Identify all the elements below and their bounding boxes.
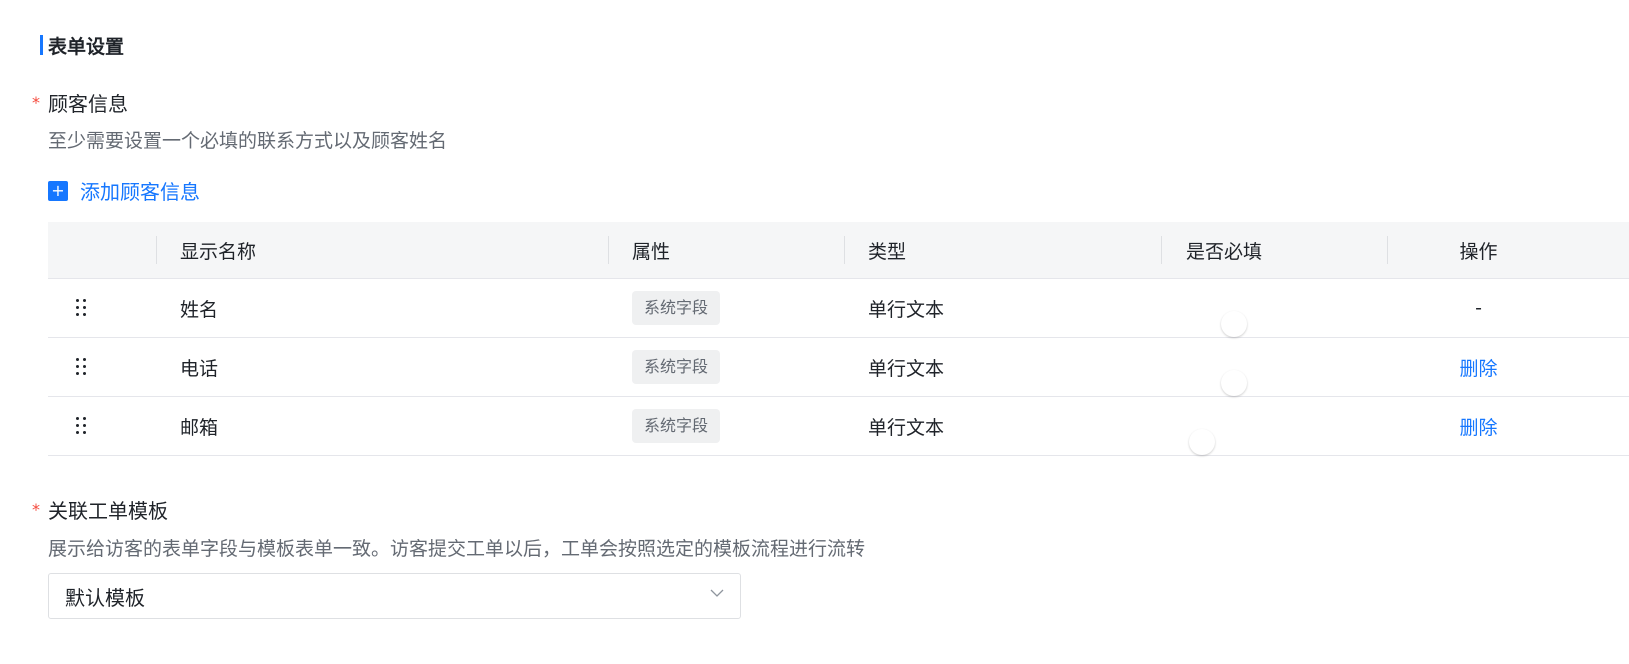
- section-title-bar: [40, 35, 43, 55]
- table-row: 邮箱 系统字段 单行文本 删除: [48, 397, 1629, 456]
- row-attribute-tag: 系统字段: [632, 350, 721, 384]
- system-field-tag: 系统字段: [632, 291, 721, 325]
- delete-button[interactable]: 删除: [1388, 413, 1569, 440]
- toggle-knob: [1221, 370, 1247, 396]
- header-type: 类型: [868, 240, 907, 263]
- column-divider: [156, 236, 157, 264]
- column-divider: [1161, 236, 1162, 264]
- section-title: 表单设置: [40, 32, 124, 58]
- row-display-name: 电话: [180, 357, 219, 380]
- row-attribute-tag: 系统字段: [632, 291, 721, 325]
- header-required: 是否必填: [1186, 240, 1263, 263]
- column-divider: [844, 236, 845, 264]
- system-field-tag: 系统字段: [632, 409, 721, 443]
- table-row: 电话 系统字段 单行文本 删除: [48, 338, 1629, 397]
- row-display-name: 邮箱: [180, 416, 219, 439]
- system-field-tag: 系统字段: [632, 350, 721, 384]
- add-customer-info-button[interactable]: + 添加顾客信息: [48, 176, 200, 205]
- required-mark: *: [32, 93, 40, 112]
- row-type: 单行文本: [868, 298, 945, 321]
- row-operation-placeholder: -: [1475, 297, 1482, 319]
- drag-handle-icon[interactable]: [74, 298, 88, 318]
- drag-handle-icon[interactable]: [74, 416, 88, 436]
- table-header: 显示名称 属性 类型 是否必填 操作: [48, 222, 1629, 279]
- add-customer-info-label: 添加顾客信息: [80, 180, 200, 204]
- row-display-name: 姓名: [180, 298, 219, 321]
- ticket-template-label-text: 关联工单模板: [48, 499, 168, 523]
- header-display-name: 显示名称: [180, 240, 257, 263]
- header-attribute: 属性: [632, 240, 671, 263]
- row-type: 单行文本: [868, 357, 945, 380]
- ticket-template-selected-value: 默认模板: [65, 585, 145, 610]
- customer-info-label: * 顾客信息: [32, 88, 128, 117]
- required-mark: *: [32, 500, 40, 519]
- row-attribute-tag: 系统字段: [632, 409, 721, 443]
- toggle-knob: [1221, 311, 1247, 337]
- customer-info-table: 显示名称 属性 类型 是否必填 操作 姓名 系统字段 单行文本 - 电话 系统字…: [48, 222, 1629, 456]
- chevron-down-icon: [710, 589, 724, 597]
- header-operations: 操作: [1459, 240, 1498, 263]
- delete-button[interactable]: 删除: [1388, 354, 1569, 381]
- toggle-knob: [1189, 429, 1215, 455]
- ticket-template-select[interactable]: 默认模板: [48, 573, 741, 619]
- customer-info-label-text: 顾客信息: [48, 92, 128, 116]
- ticket-template-label: * 关联工单模板: [32, 495, 168, 524]
- row-type: 单行文本: [868, 416, 945, 439]
- ticket-template-hint: 展示给访客的表单字段与模板表单一致。访客提交工单以后，工单会按照选定的模板流程进…: [48, 538, 866, 560]
- section-title-text: 表单设置: [48, 35, 125, 58]
- customer-info-hint: 至少需要设置一个必填的联系方式以及顾客姓名: [48, 130, 448, 152]
- column-divider: [608, 236, 609, 264]
- table-row: 姓名 系统字段 单行文本 -: [48, 279, 1629, 338]
- drag-handle-icon[interactable]: [74, 357, 88, 377]
- plus-icon: +: [48, 180, 68, 201]
